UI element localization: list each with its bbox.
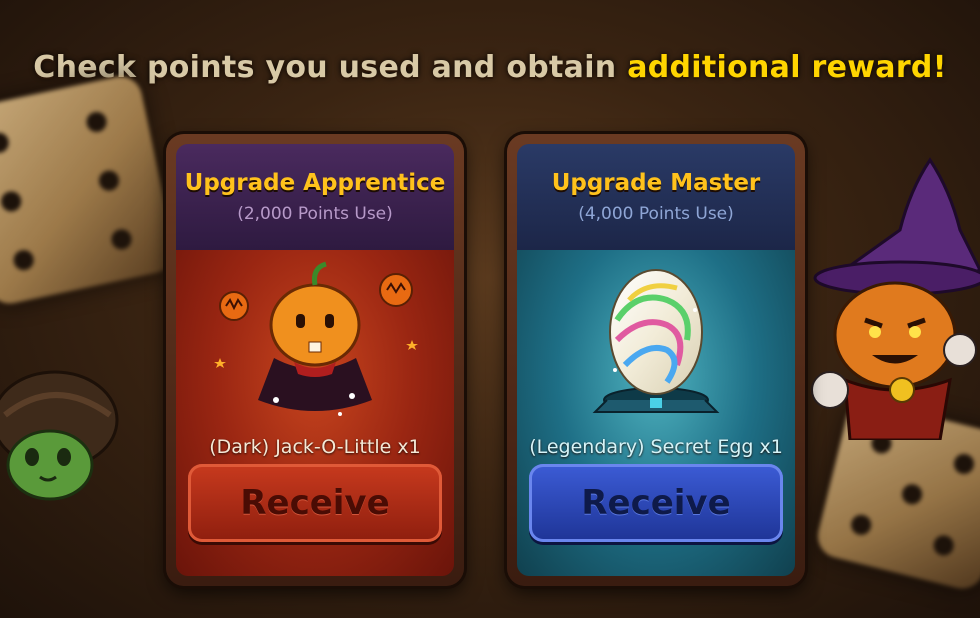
witch-pumpkin-character-icon xyxy=(811,157,980,440)
reward-card-body: (Dark) Jack-O-Little x1 Receive xyxy=(176,250,454,576)
reward-card-header: Upgrade Master (4,000 Points Use) xyxy=(517,144,795,250)
receive-button[interactable]: Receive xyxy=(188,464,442,542)
reward-card-inner: Upgrade Master (4,000 Points Use) (Legen… xyxy=(517,144,795,576)
reward-points-cost: (2,000 Points Use) xyxy=(237,204,393,224)
reward-item-name: (Dark) Jack-O-Little x1 xyxy=(209,436,421,458)
receive-button[interactable]: Receive xyxy=(529,464,783,542)
mushroom-character-icon xyxy=(0,370,119,501)
reward-card-master: Upgrade Master (4,000 Points Use) (Legen… xyxy=(507,134,805,586)
dice-decoration-left xyxy=(0,72,179,308)
reward-card-apprentice: Upgrade Apprentice (2,000 Points Use) (D… xyxy=(166,134,464,586)
pumpkin-character-icon xyxy=(214,261,418,416)
reward-card-body: (Legendary) Secret Egg x1 Receive xyxy=(517,250,795,576)
reward-card-header: Upgrade Apprentice (2,000 Points Use) xyxy=(176,144,454,250)
reward-item-name: (Legendary) Secret Egg x1 xyxy=(529,436,783,458)
headline-highlight: additional reward! xyxy=(627,50,947,85)
rainbow-egg-icon xyxy=(592,269,720,413)
event-headline: Check points you used and obtain additio… xyxy=(0,50,980,85)
reward-card-inner: Upgrade Apprentice (2,000 Points Use) (D… xyxy=(176,144,454,576)
reward-tier-title: Upgrade Apprentice xyxy=(184,170,446,196)
reward-points-cost: (4,000 Points Use) xyxy=(578,204,734,224)
reward-tier-title: Upgrade Master xyxy=(551,170,761,196)
